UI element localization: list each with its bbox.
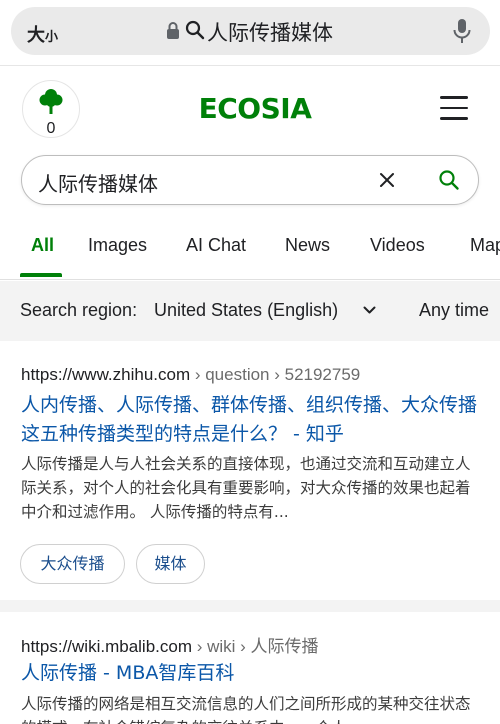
search-box[interactable]: 人际传播媒体	[21, 155, 479, 205]
result-snippet: 人际传播的网络是相互交流信息的人们之间所形成的某种交往状态的模式。在社会错综复杂…	[21, 695, 471, 724]
ecosia-logo[interactable]: ECOSIA	[150, 92, 360, 125]
tree-count: 0	[46, 120, 56, 137]
tab-images[interactable]: Images	[88, 235, 147, 256]
search-engine-icon	[185, 20, 205, 40]
result-title[interactable]: 人内传播、人际传播、群体传播、组织传播、大众传播这五种传播类型的特点是什么？ -…	[21, 391, 481, 449]
text-size-button[interactable]: 大小	[27, 21, 58, 47]
result-divider	[0, 600, 500, 612]
lock-icon	[167, 22, 179, 39]
tab-news[interactable]: News	[285, 235, 330, 256]
tab-ai-chat[interactable]: AI Chat	[186, 235, 246, 256]
search-result: https://wiki.mbalib.com › wiki › 人际传播 人际…	[0, 612, 500, 724]
clear-icon[interactable]	[377, 170, 397, 190]
search-result: https://www.zhihu.com › question › 52192…	[0, 341, 500, 600]
related-chip[interactable]: 媒体	[136, 544, 205, 584]
search-region-select[interactable]: United States (English)	[154, 300, 338, 321]
tree-icon	[39, 89, 63, 114]
search-icon[interactable]	[438, 169, 460, 191]
tab-maps[interactable]: Maps	[470, 235, 500, 256]
address-text[interactable]: 人际传播媒体	[207, 17, 333, 47]
result-url[interactable]: https://wiki.mbalib.com › wiki › 人际传播	[21, 632, 319, 657]
tab-videos[interactable]: Videos	[370, 235, 425, 256]
active-tab-indicator	[20, 273, 62, 277]
search-input[interactable]: 人际传播媒体	[38, 168, 358, 197]
time-filter[interactable]: Any time	[419, 300, 489, 321]
related-chip[interactable]: 大众传播	[20, 544, 125, 584]
browser-toolbar: 大小 人际传播媒体	[0, 0, 500, 66]
result-title[interactable]: 人际传播 - MBA智库百科	[21, 659, 481, 688]
address-bar[interactable]: 大小 人际传播媒体	[11, 7, 490, 55]
filter-bar: Search region: United States (English) A…	[0, 281, 500, 341]
tab-all[interactable]: All	[31, 235, 54, 256]
search-region-label: Search region:	[20, 300, 138, 320]
result-url[interactable]: https://www.zhihu.com › question › 52192…	[21, 365, 360, 385]
result-snippet: 人际传播是人与人社会关系的直接体现，也通过交流和互动建立人际关系，对个人的社会化…	[21, 455, 471, 521]
chevron-down-icon[interactable]	[363, 306, 376, 315]
tree-counter[interactable]: 0	[22, 80, 80, 138]
hamburger-menu-icon[interactable]	[440, 96, 468, 120]
search-tabs: All Images AI Chat News Videos Maps	[0, 228, 500, 280]
microphone-icon[interactable]	[452, 18, 472, 44]
